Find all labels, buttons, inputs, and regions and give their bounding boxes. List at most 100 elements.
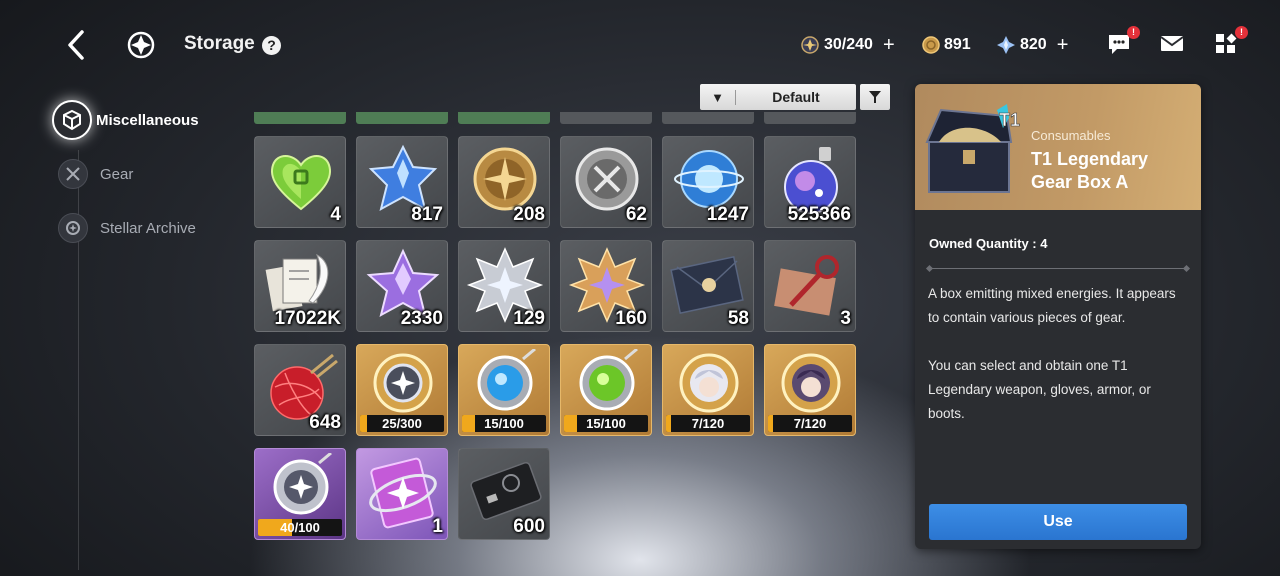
item-quantity: 160: [615, 308, 647, 329]
gold-value: 891: [944, 36, 971, 53]
sidebar-item-label: Stellar Archive: [100, 219, 196, 237]
green-heart-gem-icon: [271, 155, 331, 211]
progress-text: 7/120: [691, 416, 725, 431]
item-slot[interactable]: 4: [254, 136, 346, 228]
stamina-icon: [801, 36, 819, 54]
use-button[interactable]: Use: [929, 504, 1187, 540]
fragment-progress-bar: 15/100: [564, 415, 648, 432]
top-bar: Storage ? 30/240 + 891 820 + ! !: [0, 0, 1280, 90]
chat-notification-badge: !: [1127, 26, 1140, 39]
item-quantity: 525366: [787, 204, 851, 225]
progress-text: 7/120: [793, 416, 827, 431]
page-title: Storage: [184, 33, 255, 54]
scrolled-item-peek: [458, 112, 550, 124]
gold-coin-icon: [922, 36, 940, 54]
detail-header: T1 Consumables T1 Legendary Gear Box A: [915, 84, 1201, 210]
item-slot[interactable]: 648: [254, 344, 346, 436]
item-quantity: 600: [513, 516, 545, 537]
sidebar-item-miscellaneous[interactable]: Miscellaneous: [52, 100, 199, 140]
chat-button[interactable]: !: [1106, 26, 1140, 58]
scrolled-item-peek: [254, 112, 346, 124]
sidebar-item-label: Miscellaneous: [96, 111, 199, 129]
item-slot[interactable]: 62: [560, 136, 652, 228]
crystal-counter: 820 +: [996, 34, 1068, 56]
item-slot[interactable]: 525366: [764, 136, 856, 228]
sort-controls: ▼ Default: [700, 84, 890, 110]
sort-dropdown-value: Default: [772, 89, 820, 105]
item-slot[interactable]: 160: [560, 240, 652, 332]
item-slot[interactable]: 129: [458, 240, 550, 332]
crystal-value: 820: [1020, 36, 1047, 53]
item-detail-panel: T1 Consumables T1 Legendary Gear Box A O…: [915, 84, 1201, 549]
item-description: A box emitting mixed energies. It appear…: [928, 282, 1190, 426]
item-quantity: 17022K: [274, 308, 341, 329]
item-quantity: 4: [330, 204, 341, 225]
game-logo-icon[interactable]: [126, 30, 156, 60]
scrolled-item-peek: [764, 112, 856, 124]
treasure-chest-icon: T1: [925, 104, 1020, 193]
archive-gear-icon: [58, 213, 88, 243]
progress-text: 40/100: [280, 520, 320, 535]
scrolled-item-peek: [356, 112, 448, 124]
item-quantity: 129: [513, 308, 545, 329]
crystal-icon: [997, 36, 1015, 54]
item-slot[interactable]: 7/120: [662, 344, 754, 436]
fragment-progress-bar: 7/120: [666, 415, 750, 432]
sidebar-item-gear[interactable]: Gear: [58, 159, 133, 189]
box-cube-icon: [52, 100, 92, 140]
item-quantity: 648: [309, 412, 341, 433]
item-quantity: 2330: [400, 308, 443, 329]
scrolled-item-peek: [662, 112, 754, 124]
mail-button[interactable]: [1160, 32, 1188, 58]
fragment-progress-bar: 7/120: [768, 415, 852, 432]
help-button[interactable]: ?: [262, 36, 281, 55]
owned-quantity: Owned Quantity : 4: [929, 236, 1048, 251]
item-slot[interactable]: 208: [458, 136, 550, 228]
stamina-add-button[interactable]: +: [883, 34, 895, 57]
item-slot[interactable]: 15/100: [560, 344, 652, 436]
menu-notification-badge: !: [1235, 26, 1248, 39]
back-arrow-icon[interactable]: [62, 28, 90, 62]
item-name: T1 Legendary Gear Box A: [1031, 149, 1149, 192]
sidebar-item-label: Gear: [100, 165, 134, 183]
item-slot[interactable]: 2330: [356, 240, 448, 332]
progress-text: 15/100: [586, 416, 626, 431]
item-slot[interactable]: 1247: [662, 136, 754, 228]
mail-envelope-icon: [1160, 36, 1184, 51]
item-grid: 4 817 208 62 1247 525366 17022K 2330 129…: [250, 112, 870, 542]
tier-label: T1: [999, 110, 1020, 130]
item-slot[interactable]: 817: [356, 136, 448, 228]
item-quantity: 1: [432, 516, 443, 537]
item-slot[interactable]: 7/120: [764, 344, 856, 436]
item-slot[interactable]: 17022K: [254, 240, 346, 332]
item-slot[interactable]: 600: [458, 448, 550, 540]
stamina-counter: 30/240 +: [800, 34, 895, 56]
item-slot[interactable]: 1: [356, 448, 448, 540]
menu-button[interactable]: !: [1214, 26, 1248, 58]
item-quantity: 3: [840, 308, 851, 329]
crystal-add-button[interactable]: +: [1057, 34, 1069, 57]
divider: [929, 268, 1187, 269]
red-key-letter-icon: [774, 255, 839, 316]
fragment-progress-bar: 15/100: [462, 415, 546, 432]
item-category: Consumables: [1031, 128, 1111, 143]
filter-button[interactable]: [860, 84, 890, 110]
item-quantity: 208: [513, 204, 545, 225]
fragment-progress-bar: 40/100: [258, 519, 342, 536]
progress-text: 15/100: [484, 416, 524, 431]
item-slot[interactable]: 58: [662, 240, 754, 332]
description-paragraph: A box emitting mixed energies. It appear…: [928, 286, 1176, 325]
description-paragraph: You can select and obtain one T1 Legenda…: [928, 358, 1151, 421]
item-slot[interactable]: 25/300: [356, 344, 448, 436]
scrolled-item-peek: [560, 112, 652, 124]
item-slot[interactable]: 40/100: [254, 448, 346, 540]
item-quantity: 58: [727, 308, 749, 329]
item-slot[interactable]: 3: [764, 240, 856, 332]
funnel-filter-icon: [869, 91, 881, 103]
item-slot[interactable]: 15/100: [458, 344, 550, 436]
sort-order-toggle[interactable]: ▼: [700, 89, 736, 105]
sort-dropdown[interactable]: ▼ Default: [700, 84, 856, 110]
gold-counter: 891: [922, 34, 971, 56]
item-quantity: 1247: [706, 204, 749, 225]
sidebar-item-stellar-archive[interactable]: Stellar Archive: [58, 213, 196, 243]
